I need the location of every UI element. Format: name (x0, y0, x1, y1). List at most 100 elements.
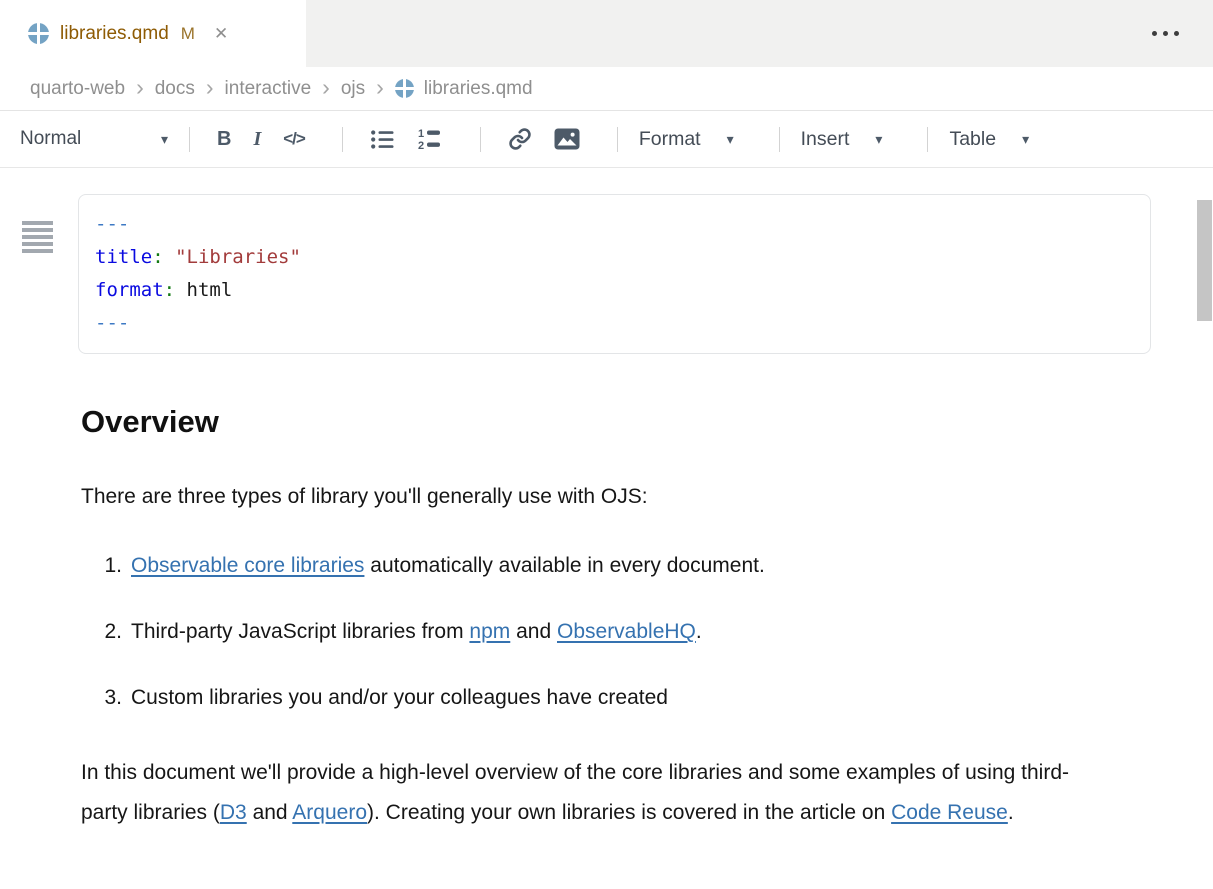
paragraph-style-value: Normal (20, 128, 81, 150)
formatting-toolbar: Normal ▾ B I </> 1 2 (0, 111, 1213, 168)
list-item[interactable]: 1. Observable core libraries automatical… (81, 551, 1151, 581)
yaml-line: title: "Libraries" (95, 241, 1134, 274)
svg-text:1: 1 (418, 128, 424, 140)
breadcrumb-item-quarto-web[interactable]: quarto-web (30, 78, 125, 100)
text-segment: . (1008, 801, 1014, 824)
more-actions-icon[interactable] (1148, 27, 1183, 40)
text-segment (164, 246, 175, 268)
quarto-file-icon (28, 23, 49, 44)
image-icon (554, 128, 580, 150)
svg-text:2: 2 (418, 140, 424, 151)
tab-title: libraries.qmd (60, 23, 169, 45)
visual-editor-canvas[interactable]: --- title: "Libraries" format: html --- … (0, 194, 1213, 889)
drag-handle-bar (22, 221, 53, 225)
insert-menu-label: Insert (801, 128, 850, 151)
format-menu[interactable]: Format ▾ (639, 128, 734, 151)
list-item-text: Custom libraries you and/or your colleag… (131, 683, 668, 713)
chevron-down-icon: ▾ (875, 131, 882, 148)
inline-link[interactable]: D3 (220, 801, 247, 824)
list-number: 1. (81, 551, 131, 581)
breadcrumb-item-interactive[interactable]: interactive (225, 78, 312, 100)
text-segment: --- (95, 213, 129, 235)
editor-tab-bar: libraries.qmd M ✕ (0, 0, 1213, 67)
dot (1163, 31, 1168, 36)
link-icon (508, 127, 532, 151)
toolbar-divider (480, 127, 481, 152)
toolbar-divider (927, 127, 928, 152)
breadcrumb: quarto-web › docs › interactive › ojs › … (0, 67, 1213, 111)
document-body: Overview There are three types of librar… (81, 403, 1151, 833)
yaml-line: --- (95, 307, 1134, 340)
toolbar-divider (189, 127, 190, 152)
list-item-text: Observable core libraries automatically … (131, 551, 765, 581)
list-number: 2. (81, 617, 131, 647)
text-segment: title (95, 246, 152, 268)
inline-link[interactable]: npm (469, 620, 510, 643)
inline-link[interactable]: Arquero (292, 801, 367, 824)
modified-badge: M (181, 24, 195, 44)
yaml-front-matter-block[interactable]: --- title: "Libraries" format: html --- (78, 194, 1151, 354)
list-item[interactable]: 3. Custom libraries you and/or your coll… (81, 683, 1151, 713)
yaml-line: format: html (95, 274, 1134, 307)
text-segment: : (164, 279, 175, 301)
inline-link[interactable]: ObservableHQ (557, 620, 696, 643)
bold-button[interactable]: B (211, 124, 237, 155)
list-number: 3. (81, 683, 131, 713)
chevron-right-icon: › (136, 76, 144, 102)
list-item[interactable]: 2. Third-party JavaScript libraries from… (81, 617, 1151, 647)
drag-handle-bar (22, 249, 53, 253)
chevron-right-icon: › (322, 76, 330, 102)
yaml-line: --- (95, 208, 1134, 241)
inline-link[interactable]: Code Reuse (891, 801, 1008, 824)
link-button[interactable] (502, 123, 538, 155)
text-segment: : (152, 246, 163, 268)
intro-paragraph[interactable]: There are three types of library you'll … (81, 482, 1151, 512)
text-segment: and (247, 801, 293, 824)
italic-button[interactable]: I (247, 124, 267, 155)
breadcrumb-file-label: libraries.qmd (424, 78, 533, 100)
code-button[interactable]: </> (277, 125, 311, 153)
text-segment: . (696, 620, 702, 643)
image-button[interactable] (548, 124, 586, 154)
chevron-down-icon: ▾ (161, 131, 168, 148)
numbered-list-button[interactable]: 1 2 (411, 123, 449, 155)
paragraph-style-dropdown[interactable]: Normal ▾ (20, 128, 168, 150)
dot (1152, 31, 1157, 36)
numbered-list-icon: 1 2 (417, 127, 443, 151)
list-item-text: Third-party JavaScript libraries from np… (131, 617, 702, 647)
bulleted-list-icon (370, 128, 395, 151)
inline-link[interactable]: Observable core libraries (131, 554, 364, 577)
drag-handle-bar (22, 228, 53, 232)
toolbar-divider (617, 127, 618, 152)
text-segment: Custom libraries you and/or your colleag… (131, 686, 668, 709)
toolbar-divider (779, 127, 780, 152)
chevron-down-icon: ▾ (727, 131, 734, 148)
section-heading[interactable]: Overview (81, 403, 1151, 440)
insert-menu[interactable]: Insert ▾ (801, 128, 883, 151)
drag-handle-bar (22, 242, 53, 246)
quarto-file-icon (395, 79, 414, 98)
format-menu-label: Format (639, 128, 701, 151)
text-segment: --- (95, 312, 129, 334)
breadcrumb-item-file[interactable]: libraries.qmd (395, 78, 533, 100)
vertical-scrollbar-thumb[interactable] (1197, 200, 1212, 321)
chevron-down-icon: ▾ (1022, 131, 1029, 148)
text-segment: automatically available in every documen… (364, 554, 764, 577)
toolbar-divider (342, 127, 343, 152)
bulleted-list-button[interactable] (364, 124, 401, 155)
outro-paragraph[interactable]: In this document we'll provide a high-le… (81, 753, 1091, 833)
text-segment: Third-party JavaScript libraries from (131, 620, 469, 643)
dot (1174, 31, 1179, 36)
table-menu[interactable]: Table ▾ (949, 128, 1029, 151)
text-segment: format (95, 279, 164, 301)
tab-libraries-qmd[interactable]: libraries.qmd M ✕ (0, 0, 306, 67)
breadcrumb-item-ojs[interactable]: ojs (341, 78, 365, 100)
block-drag-handle[interactable] (22, 221, 53, 256)
table-menu-label: Table (949, 128, 996, 151)
breadcrumb-item-docs[interactable]: docs (155, 78, 195, 100)
chevron-right-icon: › (376, 76, 384, 102)
library-types-list: 1. Observable core libraries automatical… (81, 551, 1151, 713)
text-segment: "Libraries" (175, 246, 301, 268)
drag-handle-bar (22, 235, 53, 239)
close-icon[interactable]: ✕ (214, 25, 228, 42)
